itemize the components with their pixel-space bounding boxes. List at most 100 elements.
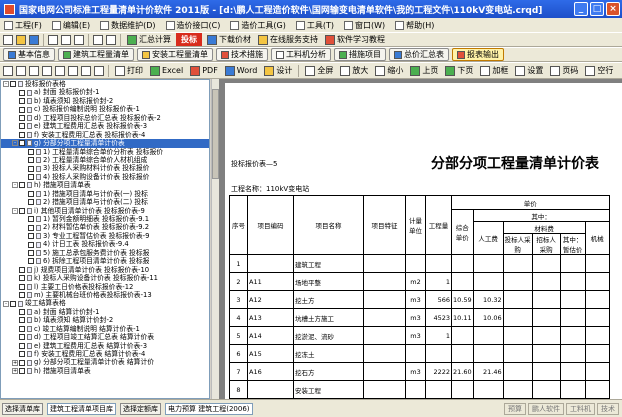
- checkbox[interactable]: [28, 157, 34, 164]
- copy-report-icon[interactable]: [42, 65, 52, 76]
- checkbox[interactable]: [28, 174, 34, 181]
- checkbox[interactable]: [28, 216, 34, 223]
- print-button[interactable]: 打印: [113, 64, 145, 77]
- checkbox[interactable]: [19, 351, 25, 358]
- menu-item-7[interactable]: 帮助(H): [395, 20, 434, 31]
- checkbox[interactable]: [19, 325, 25, 332]
- menu-item-4[interactable]: 造价工具(G): [230, 20, 286, 31]
- expander-icon[interactable]: -: [3, 300, 9, 307]
- select-library-button[interactable]: 选择清单库: [2, 402, 43, 415]
- tree-node[interactable]: 3) 投标人采购材料计价表 投标报价: [1, 164, 209, 172]
- checkbox[interactable]: [19, 317, 25, 324]
- tree-node[interactable]: a) 封面 投标报价封-1: [1, 88, 209, 96]
- tree-node[interactable]: - g) 分部分项工程量清单计价表: [1, 139, 209, 148]
- tree-node[interactable]: - 投标报价表格: [1, 80, 209, 88]
- report-tree[interactable]: - 投标报价表格 a) 封面 投标报价封-1 b) 填表须知 投标报价封-2 c) 投标…: [0, 79, 210, 399]
- checkbox[interactable]: [28, 224, 34, 231]
- tree-scrollbar[interactable]: [211, 79, 219, 399]
- expander-icon[interactable]: -: [12, 207, 18, 214]
- checkbox[interactable]: [19, 98, 25, 105]
- expander-icon[interactable]: +: [12, 368, 18, 375]
- checkbox[interactable]: [28, 249, 34, 256]
- minimize-button[interactable]: _: [574, 2, 588, 16]
- checkbox[interactable]: [10, 81, 16, 88]
- tree-node[interactable]: 1) 工程量清单综合单价分析表 投标报价: [1, 148, 209, 156]
- redo-icon[interactable]: [106, 34, 116, 45]
- tab-2[interactable]: 安装工程量清单: [137, 48, 213, 61]
- design-button[interactable]: 设计: [262, 64, 294, 77]
- expander-icon[interactable]: +: [12, 359, 18, 366]
- tab-1[interactable]: 建筑工程量清单: [58, 48, 134, 61]
- checkbox[interactable]: [19, 106, 25, 113]
- tree-node[interactable]: e) 建筑工程费用汇总表 结算计价表-3: [1, 342, 209, 350]
- tree-node[interactable]: 2) 措施项目清单与计价表(二) 投标: [1, 198, 209, 206]
- checkbox[interactable]: [19, 334, 25, 341]
- close-button[interactable]: ×: [606, 2, 620, 16]
- checkbox[interactable]: [19, 292, 25, 299]
- next-page-button[interactable]: 下页: [443, 64, 475, 77]
- menu-item-6[interactable]: 窗口(W): [343, 20, 385, 31]
- tab-0[interactable]: 基本信息: [3, 48, 55, 61]
- tree-node[interactable]: d) 工程项目投标总价汇总表 投标报价表-2: [1, 114, 209, 122]
- copy-icon[interactable]: [61, 34, 71, 45]
- tree-node[interactable]: - i) 其他项目清单计价表 投标报价表-9: [1, 207, 209, 215]
- checkbox[interactable]: [19, 342, 25, 349]
- tab-5[interactable]: 措施项目: [334, 48, 386, 61]
- settings-button[interactable]: 设置: [513, 64, 545, 77]
- table-icon[interactable]: [68, 65, 78, 76]
- zoom-out-button[interactable]: 缩小: [373, 64, 405, 77]
- tree-node[interactable]: 4) 投标人采购设备计价表 投标报价: [1, 173, 209, 181]
- tree-node[interactable]: 1) 措施项目清单与计价表(一) 投标: [1, 190, 209, 198]
- add-frame-button[interactable]: 加框: [478, 64, 510, 77]
- tree-node[interactable]: f) 安装工程费用汇总表 投标报价表-4: [1, 131, 209, 139]
- checkbox[interactable]: [19, 368, 25, 375]
- online-support-button[interactable]: 在线服务支持: [256, 33, 320, 46]
- tree-node[interactable]: 6) 拆除工程项目清单计价表 投标报: [1, 257, 209, 265]
- quota-value[interactable]: 电力预算 建筑工程(2006): [165, 402, 253, 415]
- select-quota-button[interactable]: 选择定额库: [120, 402, 161, 415]
- tab-3[interactable]: 技术措施: [216, 48, 268, 61]
- checkbox[interactable]: [19, 140, 25, 147]
- checkbox[interactable]: [19, 266, 25, 273]
- maximize-button[interactable]: □: [590, 2, 604, 16]
- tree-node[interactable]: d) 工程项目竣工结算汇总表 结算计价表: [1, 333, 209, 341]
- menu-item-0[interactable]: 工程(F): [4, 20, 42, 31]
- expander-icon[interactable]: -: [3, 81, 9, 88]
- tree-node[interactable]: - 竣工结算表格: [1, 299, 209, 307]
- expander-icon[interactable]: -: [12, 182, 18, 189]
- folder-icon[interactable]: [3, 65, 13, 76]
- pdf-button[interactable]: PDF: [188, 64, 220, 77]
- tree-node[interactable]: 5) 施工总承包服务费计价表 投标报: [1, 249, 209, 257]
- open-icon[interactable]: [16, 34, 26, 45]
- tree-node[interactable]: + g) 分部分项工程量清单计价表 结算计价: [1, 358, 209, 366]
- prev-page-button[interactable]: 上页: [408, 64, 440, 77]
- tab-4[interactable]: 工料机分析: [271, 48, 331, 61]
- expander-icon[interactable]: -: [12, 140, 18, 147]
- cut-icon[interactable]: [48, 34, 58, 45]
- delete-icon[interactable]: [29, 65, 39, 76]
- tree-node[interactable]: c) 投标报价编制说明 投标报价表-1: [1, 105, 209, 113]
- page-number-button[interactable]: 页码: [548, 64, 580, 77]
- tree-node[interactable]: l) 主要工日价格表投标报价表-12: [1, 283, 209, 291]
- checkbox[interactable]: [19, 131, 25, 138]
- save-icon[interactable]: [29, 34, 39, 45]
- scrollbar-thumb[interactable]: [212, 89, 219, 179]
- tree-node[interactable]: a) 封面 结算计价封-1: [1, 308, 209, 316]
- checkbox[interactable]: [19, 114, 25, 121]
- excel-button[interactable]: Excel: [148, 64, 185, 77]
- checkbox[interactable]: [28, 258, 34, 265]
- new-icon[interactable]: [3, 34, 13, 45]
- menu-item-3[interactable]: 造价接口(C): [165, 20, 220, 31]
- bid-button[interactable]: 投标: [176, 33, 202, 46]
- checkbox[interactable]: [19, 283, 25, 290]
- checkbox[interactable]: [19, 123, 25, 130]
- library-value[interactable]: 建筑工程清单项目库: [47, 402, 116, 415]
- blank-row-button[interactable]: 空行: [583, 64, 615, 77]
- checkbox[interactable]: [19, 89, 25, 96]
- checkbox[interactable]: [28, 148, 34, 155]
- checkbox[interactable]: [19, 182, 25, 189]
- checkbox[interactable]: [19, 309, 25, 316]
- tutorial-button[interactable]: 软件学习教程: [323, 33, 387, 46]
- zoom-in-button[interactable]: 放大: [338, 64, 370, 77]
- checkbox[interactable]: [10, 300, 16, 307]
